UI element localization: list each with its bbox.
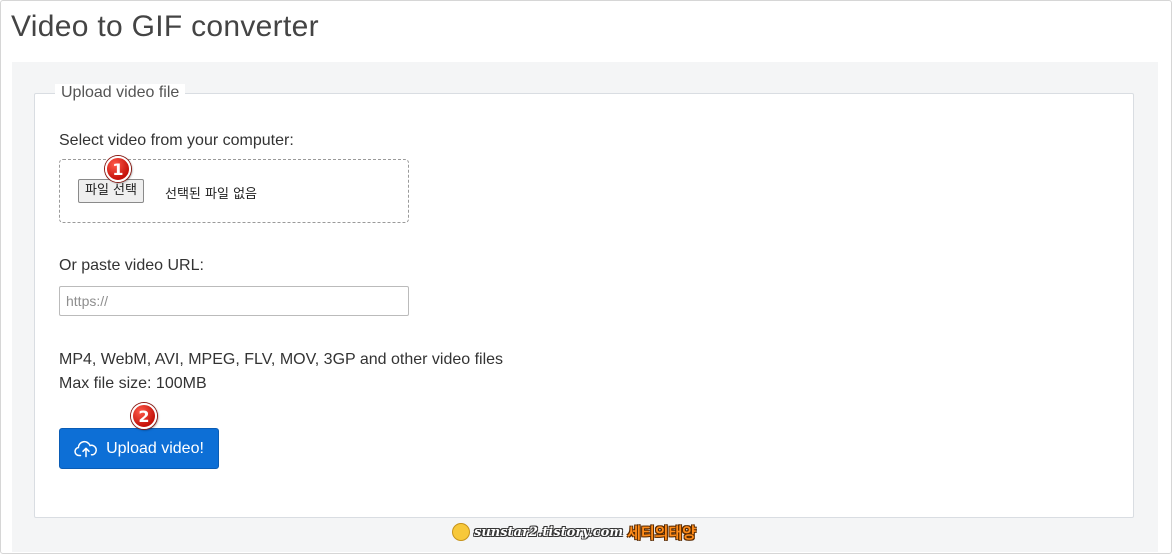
supported-formats-text: MP4, WebM, AVI, MPEG, FLV, MOV, 3GP and … xyxy=(59,351,504,368)
annotation-badge-2: 2 xyxy=(131,403,157,429)
select-video-label: Select video from your computer: xyxy=(59,132,294,149)
upload-fieldset: Upload video file Select video from your… xyxy=(34,84,1134,518)
annotation-badge-1: 1 xyxy=(105,156,131,182)
choose-file-button[interactable]: 파일 선택 xyxy=(78,179,144,203)
watermark: sunstar2.tistory.com 세티의태양 xyxy=(452,521,696,543)
content-panel: Upload video file Select video from your… xyxy=(12,62,1158,552)
upload-video-button[interactable]: Upload video! xyxy=(59,428,219,469)
page-title: Video to GIF converter xyxy=(11,10,319,43)
cloud-upload-icon xyxy=(74,439,98,459)
upload-legend: Upload video file xyxy=(55,84,186,102)
paste-url-label: Or paste video URL: xyxy=(59,257,204,274)
watermark-url: sunstar2.tistory.com xyxy=(474,524,624,540)
video-url-input[interactable] xyxy=(59,286,409,316)
smiley-face-icon xyxy=(452,523,470,541)
upload-video-label: Upload video! xyxy=(106,439,204,457)
no-file-selected-text: 선택된 파일 없음 xyxy=(165,187,257,202)
max-file-size-text: Max file size: 100MB xyxy=(59,375,207,392)
watermark-name: 세티의태양 xyxy=(627,523,697,542)
